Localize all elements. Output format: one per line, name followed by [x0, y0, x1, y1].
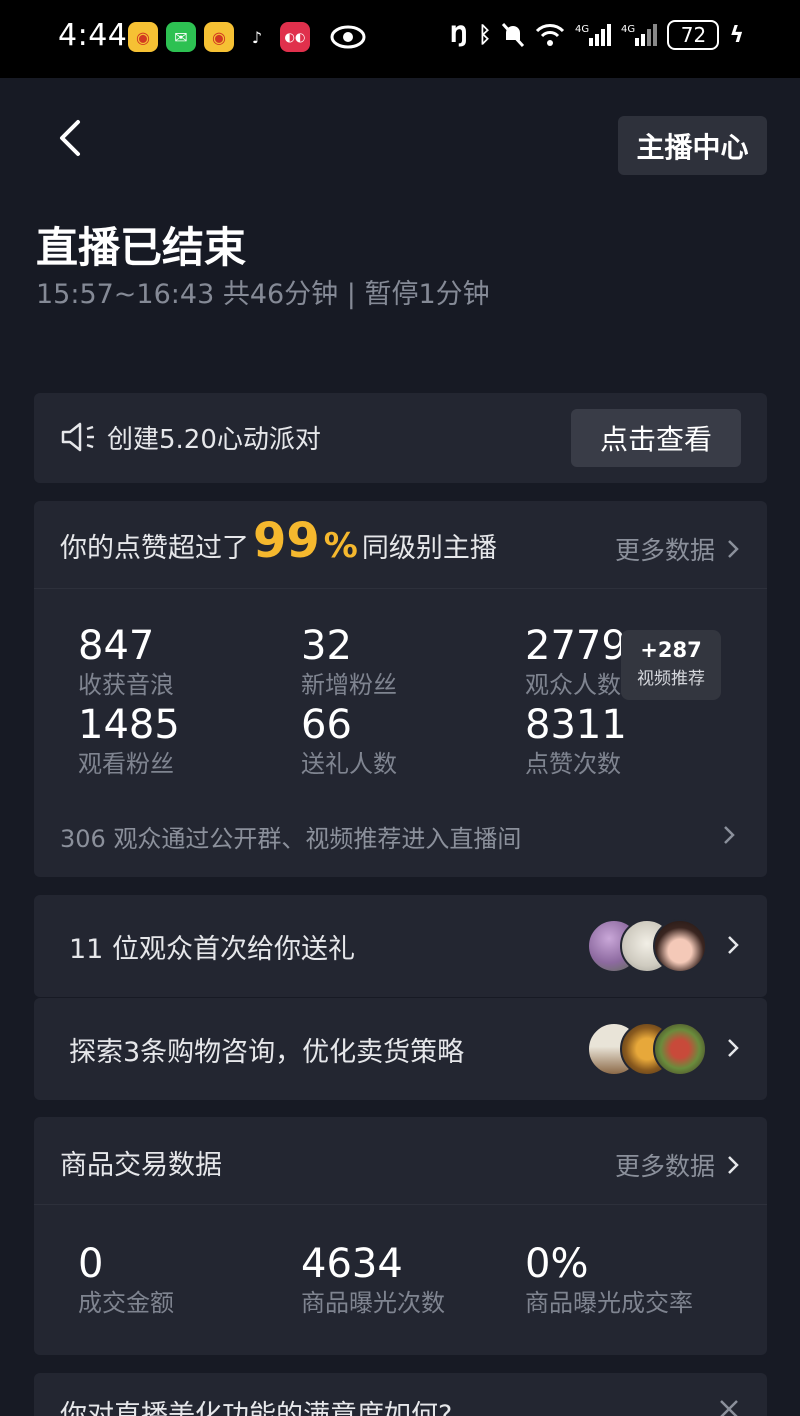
metric-label: 商品曝光成交率	[525, 1289, 693, 1317]
more-data-link[interactable]: 更多数据	[615, 531, 741, 567]
more-data-link[interactable]: 更多数据	[615, 1147, 741, 1183]
metric-viewers: 2779 观众人数	[525, 624, 627, 700]
status-bar: 4:44 ◉ ✉ ◉ ♪ ◐◐ Ŋ ᛒ 4G 4G 72 ϟ	[0, 0, 800, 78]
chevron-right-icon[interactable]	[721, 823, 737, 847]
metric-value: 8311	[525, 702, 627, 748]
speaker-icon	[61, 422, 94, 452]
view-button[interactable]: 点击查看	[571, 409, 741, 467]
chevron-right-icon	[728, 540, 739, 558]
svg-text:4G: 4G	[621, 24, 635, 35]
metric-label: 点赞次数	[525, 750, 621, 778]
shopping-inquiry-row[interactable]: 探索3条购物咨询，优化卖货策略	[34, 998, 767, 1100]
badge-label: 视频推荐	[637, 669, 705, 689]
likes-prefix: 你的点赞超过了	[60, 533, 249, 564]
more-data-label: 更多数据	[614, 1152, 715, 1181]
survey-question: 你对直播美化功能的满意度如何?	[60, 1400, 453, 1416]
session-time: 15:57~16:43 共46分钟 | 暂停1分钟	[36, 279, 490, 310]
metric-value: 2779	[525, 623, 627, 669]
chevron-right-icon	[728, 936, 739, 954]
page-title: 直播已结束	[36, 223, 247, 272]
metric-label: 新增粉丝	[301, 671, 397, 699]
weibo-icon: ◉	[128, 22, 158, 52]
metric-value: 847	[78, 623, 155, 669]
bluetooth-icon: ᛒ	[478, 22, 492, 48]
more-data-label: 更多数据	[614, 536, 715, 565]
metric-likes: 8311 点赞次数	[525, 703, 627, 779]
system-indicators: Ŋ ᛒ 4G 4G 72 ϟ	[450, 20, 744, 50]
weibo-icon: ◉	[204, 22, 234, 52]
metric-sound-waves: 847 收获音浪	[78, 624, 174, 700]
avatar	[653, 919, 707, 973]
trade-header: 商品交易数据 更多数据	[34, 1117, 767, 1205]
traffic-source-text[interactable]: 306 观众通过公开群、视频推荐进入直播间	[60, 819, 521, 854]
metric-conversion-rate: 0% 商品曝光成交率	[525, 1242, 693, 1318]
stats-header: 你的点赞超过了 99 % 同级别主播 更多数据	[34, 501, 767, 589]
metric-label: 收获音浪	[78, 671, 174, 699]
first-gift-text: 11 位观众首次给你送礼	[69, 934, 355, 965]
metric-product-exposure: 4634 商品曝光次数	[301, 1242, 445, 1318]
metric-new-fans: 32 新增粉丝	[301, 624, 397, 700]
back-arrow-icon[interactable]	[54, 116, 88, 160]
eye-icon	[330, 25, 366, 49]
signal-4g-icon: 4G	[575, 24, 612, 46]
nfc-icon: Ŋ	[449, 22, 469, 48]
notification-icons: ◉ ✉ ◉ ♪ ◐◐	[128, 22, 310, 52]
wifi-icon	[536, 24, 565, 46]
host-center-button[interactable]: 主播中心	[618, 116, 767, 175]
svg-text:4G: 4G	[575, 24, 589, 35]
video-recommend-badge: +287 视频推荐	[621, 630, 721, 700]
shopping-inquiry-text: 探索3条购物咨询，优化卖货策略	[69, 1037, 465, 1068]
signal-4g-icon: 4G	[621, 24, 658, 46]
event-banner: 创建5.20心动派对 点击查看	[34, 393, 767, 483]
avatar	[653, 1022, 707, 1076]
app-icon: ◐◐	[280, 22, 310, 52]
metric-gifters: 66 送礼人数	[301, 703, 397, 779]
metric-fan-viewers: 1485 观看粉丝	[78, 703, 180, 779]
metric-gmv: 0 成交金额	[78, 1242, 174, 1318]
badge-value: +287	[640, 638, 702, 662]
likes-percent: 99	[253, 513, 320, 569]
likes-suffix: 同级别主播	[361, 533, 497, 564]
metric-label: 商品曝光次数	[301, 1289, 445, 1317]
metric-label: 观众人数	[525, 671, 621, 699]
metric-value: 32	[301, 623, 352, 669]
battery-indicator: 72	[667, 20, 720, 50]
product-thumbnails	[587, 1022, 709, 1076]
chevron-right-icon	[728, 1156, 739, 1174]
wechat-icon: ✉	[166, 22, 196, 52]
metric-value: 66	[301, 702, 352, 748]
survey-card: 你对直播美化功能的满意度如何?	[34, 1373, 767, 1416]
metric-label: 送礼人数	[301, 750, 397, 778]
metric-value: 0	[78, 1241, 104, 1287]
tiktok-icon: ♪	[251, 27, 263, 47]
banner-text: 创建5.20心动派对	[107, 425, 321, 455]
likes-comparison: 你的点赞超过了 99 % 同级别主播	[60, 513, 497, 569]
trade-title: 商品交易数据	[60, 1150, 222, 1181]
metric-value: 4634	[301, 1241, 403, 1287]
charging-icon: ϟ	[729, 22, 744, 48]
metric-label: 观看粉丝	[78, 750, 174, 778]
gifter-avatars	[587, 919, 709, 973]
mute-icon	[502, 22, 525, 48]
metric-label: 成交金额	[78, 1289, 174, 1317]
likes-percent-sign: %	[323, 526, 358, 566]
close-icon[interactable]	[719, 1399, 739, 1416]
status-time: 4:44	[58, 18, 128, 53]
trade-data-card: 商品交易数据 更多数据 0 成交金额 4634 商品曝光次数 0% 商品曝光成交…	[34, 1117, 767, 1355]
chevron-right-icon	[728, 1039, 739, 1057]
first-gift-row[interactable]: 11 位观众首次给你送礼	[34, 895, 767, 997]
metric-value: 0%	[525, 1241, 589, 1287]
metric-value: 1485	[78, 702, 180, 748]
